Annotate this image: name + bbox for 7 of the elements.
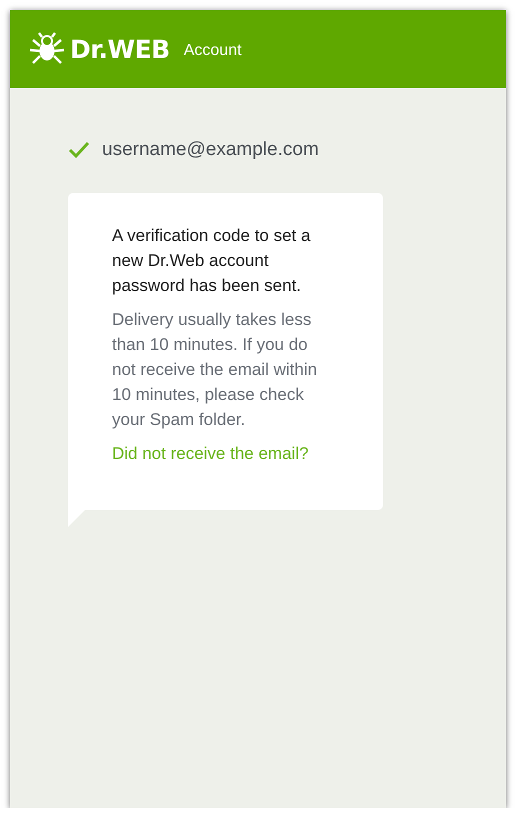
resend-link[interactable]: Did not receive the email? <box>112 441 309 466</box>
header-title: Account <box>184 42 242 60</box>
logo-text: Dr.WEB <box>70 34 170 64</box>
account-email: username@example.com <box>102 139 319 161</box>
message-note: Delivery usually takes less than 10 minutes. If you do not receive the email within 10 minutes, please check your Spam folder. <box>112 309 318 431</box>
message-heading: A verification code to set a new Dr.Web account password has been sent. <box>112 225 312 297</box>
spider-logo-icon <box>28 32 66 66</box>
